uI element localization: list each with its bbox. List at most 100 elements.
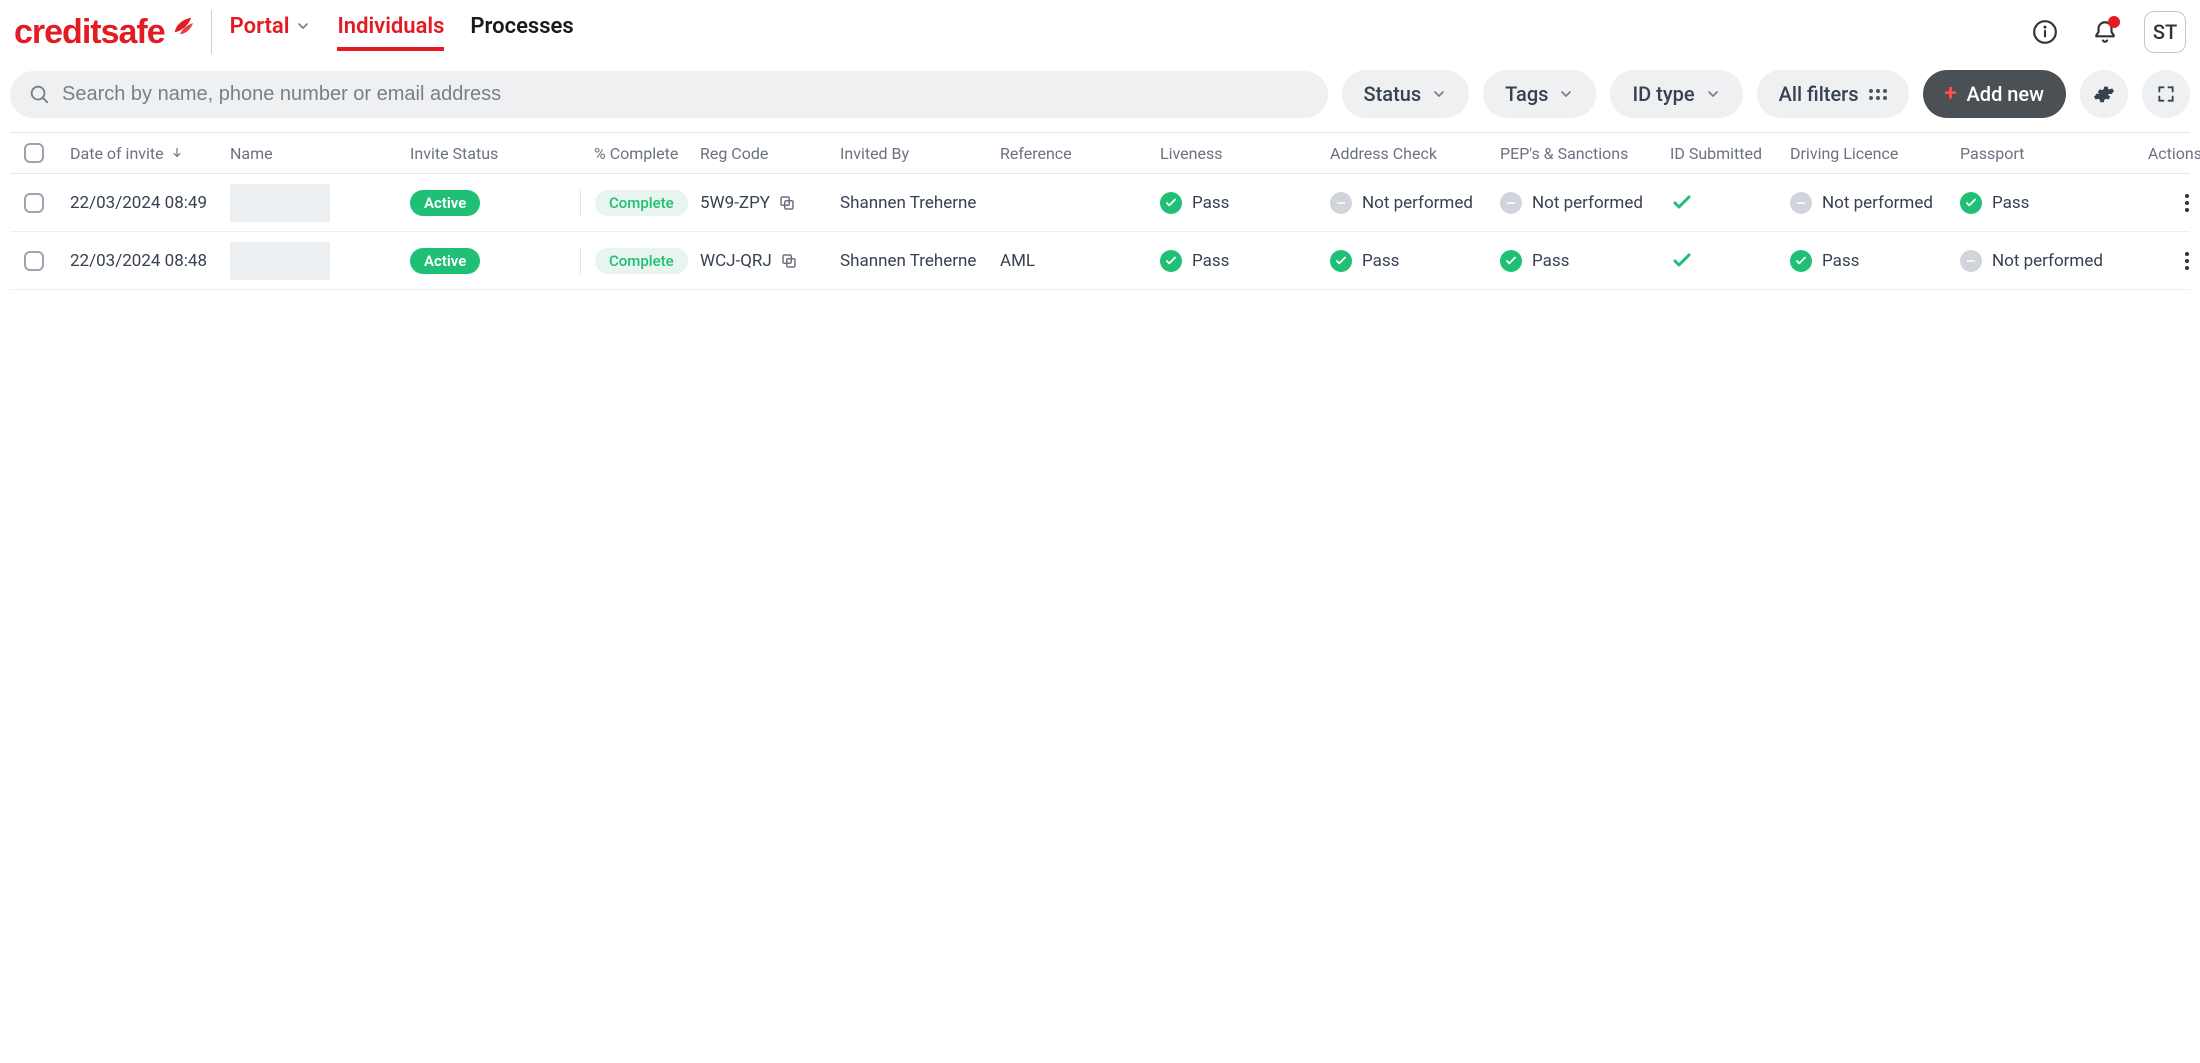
cell-passport: Pass [1960,192,2130,214]
cell-pct: Complete [580,190,700,216]
col-liveness-label: Liveness [1160,144,1222,163]
col-reference-label: Reference [1000,144,1072,163]
cell-driving: Not performed [1790,192,1960,214]
cell-liveness: Pass [1160,250,1330,272]
col-name[interactable]: Name [230,144,410,163]
brand-leaf-icon [171,14,193,36]
search-icon [28,83,50,105]
notifications-button[interactable] [2084,11,2126,53]
filter-tags-label: Tags [1505,82,1548,106]
status-text: Pass [1822,251,1859,271]
col-address[interactable]: Address Check [1330,144,1500,163]
cell-reference: AML [1000,251,1160,271]
col-liveness[interactable]: Liveness [1160,144,1330,163]
col-reference[interactable]: Reference [1000,144,1160,163]
cell-passport: Not performed [1960,250,2130,272]
filter-tags[interactable]: Tags [1483,70,1596,118]
select-all-checkbox[interactable] [24,143,44,163]
col-idsub-label: ID Submitted [1670,144,1762,163]
table-row[interactable]: 22/03/2024 08:49 Active Complete 5W9-ZPY… [10,174,2190,232]
pass-icon [1160,192,1182,214]
copy-icon[interactable] [778,194,796,212]
nav-portal[interactable]: Portal [230,14,312,51]
pass-icon [1500,250,1522,272]
col-actions: Actions [2130,144,2200,163]
add-new-label: Add new [1967,82,2044,106]
table-row[interactable]: 22/03/2024 08:48 Active Complete WCJ-QRJ… [10,232,2190,290]
col-invited-by[interactable]: Invited By [840,144,1000,163]
reg-code-text: WCJ-QRJ [700,251,772,271]
brand-name: creditsafe [14,13,165,52]
complete-pill: Complete [595,248,688,274]
cell-invited-by: Shannen Treherne [840,193,1000,213]
cell-actions [2130,246,2200,276]
not-performed-icon [1500,192,1522,214]
row-actions-menu[interactable] [2172,246,2200,276]
col-id-submitted[interactable]: ID Submitted [1670,144,1790,163]
not-performed-icon [1330,192,1352,214]
cell-name [230,242,410,280]
pass-icon [1160,250,1182,272]
expand-icon [2156,84,2176,104]
row-checkbox[interactable] [24,251,44,271]
cell-date: 22/03/2024 08:48 [70,251,230,271]
pass-icon [1960,192,1982,214]
cell-address: Not performed [1330,192,1500,214]
not-performed-icon [1960,250,1982,272]
individuals-table: Date of invite Name Invite Status % Comp… [10,132,2190,290]
filter-status[interactable]: Status [1342,70,1470,118]
col-invite-status[interactable]: Invite Status [410,144,580,163]
col-pep[interactable]: PEP's & Sanctions [1500,144,1670,163]
cell-pep: Pass [1500,250,1670,272]
check-icon [1670,249,1694,273]
grip-icon [1869,89,1887,100]
info-button[interactable] [2024,11,2066,53]
col-invitedby-label: Invited By [840,144,909,163]
pass-icon [1790,250,1812,272]
col-reg-label: Reg Code [700,144,768,163]
cell-actions [2130,188,2200,218]
main-nav: Portal Individuals Processes [230,14,574,51]
col-passport-label: Passport [1960,144,2024,163]
nav-processes-label: Processes [470,14,573,39]
col-pct[interactable]: % Complete [580,144,700,163]
col-passport[interactable]: Passport [1960,144,2130,163]
chevron-down-icon [1705,86,1721,102]
check-icon [1670,191,1694,215]
cell-address: Pass [1330,250,1500,272]
nav-individuals[interactable]: Individuals [337,14,444,51]
status-text: Not performed [1532,193,1643,213]
status-text: Pass [1992,193,2029,213]
row-actions-menu[interactable] [2172,188,2200,218]
brand-logo: creditsafe [14,13,193,52]
copy-icon[interactable] [780,252,798,270]
col-driving[interactable]: Driving Licence [1790,144,1960,163]
avatar-button[interactable]: ST [2144,11,2186,53]
filter-idtype-label: ID type [1632,82,1694,106]
search-input[interactable] [62,83,1310,106]
settings-button[interactable] [2080,70,2128,118]
status-text: Pass [1192,193,1229,213]
gear-icon [2093,83,2115,105]
col-reg[interactable]: Reg Code [700,144,840,163]
fullscreen-button[interactable] [2142,70,2190,118]
info-icon [2032,19,2058,45]
filter-id-type[interactable]: ID type [1610,70,1742,118]
complete-pill: Complete [595,190,688,216]
row-checkbox[interactable] [24,193,44,213]
filter-status-label: Status [1364,82,1422,106]
filter-bar: Status Tags ID type All filters + Add ne… [0,60,2200,132]
nav-processes[interactable]: Processes [470,14,573,51]
add-new-button[interactable]: + Add new [1923,70,2066,118]
status-pill: Active [410,190,480,216]
status-text: Pass [1192,251,1229,271]
filter-all[interactable]: All filters [1757,70,1909,118]
pass-icon [1330,250,1352,272]
col-pct-label: % Complete [594,144,678,163]
cell-driving: Pass [1790,250,1960,272]
search-field[interactable] [10,71,1328,118]
notification-badge [2108,16,2120,28]
col-date[interactable]: Date of invite [70,144,230,163]
cell-reg: 5W9-ZPY [700,193,840,213]
status-pill: Active [410,248,480,274]
